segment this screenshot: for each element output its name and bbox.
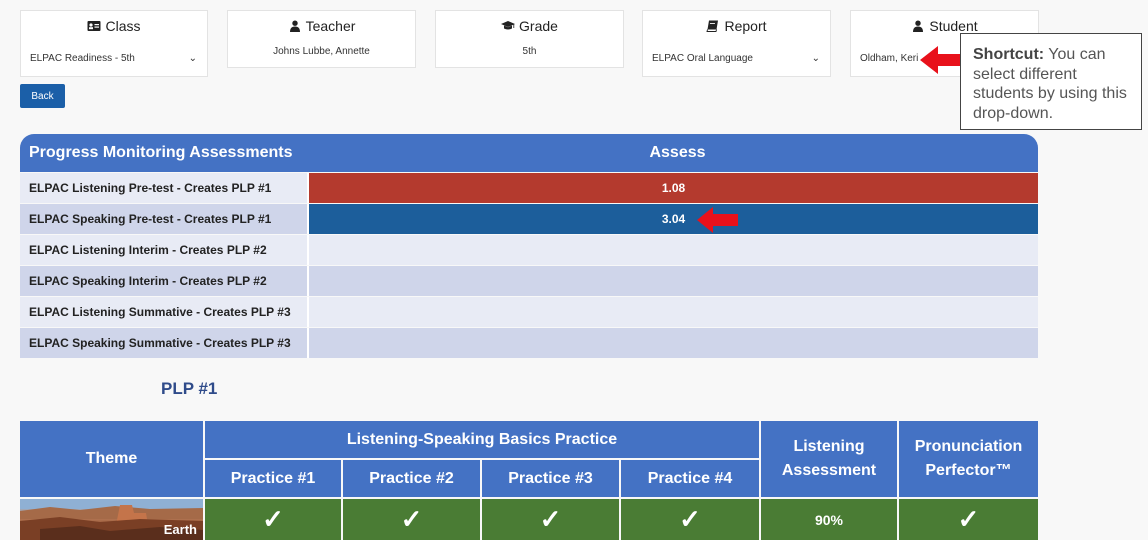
- assessment-score[interactable]: 1.08: [309, 173, 1038, 203]
- pron-header-line1: Pronunciation: [914, 438, 1023, 455]
- student-select-value: Oldham, Keri: [860, 53, 919, 64]
- practice-3-header: Practice #3: [482, 460, 619, 497]
- red-arrow-icon: [697, 207, 738, 233]
- callout-bold: Shortcut:: [973, 46, 1045, 63]
- pronunciation-header: Pronunciation Perfector™: [899, 421, 1038, 497]
- class-filter[interactable]: Class ELPAC Readiness - 5th ⌄: [20, 10, 208, 77]
- teacher-filter-label: Teacher: [305, 18, 356, 34]
- teacher-value: Johns Lubbe, Annette: [273, 46, 370, 57]
- user-icon: [289, 20, 300, 32]
- plp-table: Theme Listening-Speaking Basics Practice…: [20, 421, 1038, 540]
- grade-filter: Grade 5th: [435, 10, 624, 68]
- theme-earth-image[interactable]: Earth: [20, 499, 203, 540]
- class-select[interactable]: ELPAC Readiness - 5th ⌄: [30, 53, 197, 64]
- pronunciation-check[interactable]: ✓: [899, 499, 1038, 540]
- practice-3-check[interactable]: ✓: [482, 499, 619, 540]
- pron-header-line2: Perfector™: [925, 462, 1012, 479]
- plp-title: PLP #1: [161, 379, 218, 398]
- assessment-score: [309, 235, 1038, 265]
- listening-header-line2: Assessment: [781, 462, 877, 479]
- report-filter[interactable]: Report ELPAC Oral Language ⌄: [642, 10, 831, 77]
- assessment-score: [309, 297, 1038, 327]
- assessment-label: ELPAC Listening Pre-test - Creates PLP #…: [20, 173, 309, 203]
- table-row: ELPAC Speaking Interim - Creates PLP #2: [20, 266, 1038, 296]
- class-filter-label: Class: [105, 18, 141, 34]
- listening-assessment-header: Listening Assessment: [761, 421, 897, 497]
- assessment-score: [309, 266, 1038, 296]
- table-row: ELPAC Speaking Pre-test - Creates PLP #1…: [20, 204, 1038, 234]
- book-icon: [706, 20, 719, 32]
- graduation-cap-icon: [501, 21, 516, 30]
- listening-score[interactable]: 90%: [761, 499, 897, 540]
- practice-1-header: Practice #1: [205, 460, 341, 497]
- shortcut-callout: Shortcut: You can select different stude…: [960, 33, 1142, 130]
- assessments-header: Progress Monitoring Assessments Assess: [20, 134, 1038, 172]
- practice-2-check[interactable]: ✓: [343, 499, 480, 540]
- practice-2-header: Practice #2: [343, 460, 480, 497]
- student-filter-label: Student: [929, 18, 978, 34]
- assessments-col-title: Progress Monitoring Assessments: [29, 144, 293, 161]
- assessment-score: [309, 328, 1038, 358]
- grade-value: 5th: [522, 46, 537, 57]
- id-card-icon: [87, 21, 101, 31]
- class-select-value: ELPAC Readiness - 5th: [30, 53, 135, 64]
- report-filter-label: Report: [724, 18, 767, 34]
- practice-4-check[interactable]: ✓: [621, 499, 759, 540]
- assessment-label: ELPAC Speaking Summative - Creates PLP #…: [20, 328, 309, 358]
- grade-filter-label: Grade: [519, 18, 558, 34]
- chevron-down-icon: ⌄: [188, 53, 197, 64]
- theme-name: Earth: [163, 522, 197, 537]
- theme-header: Theme: [20, 421, 203, 497]
- report-select[interactable]: ELPAC Oral Language ⌄: [652, 53, 820, 64]
- assessment-label: ELPAC Speaking Interim - Creates PLP #2: [20, 266, 309, 296]
- back-button[interactable]: Back: [20, 84, 65, 108]
- basics-header: Listening-Speaking Basics Practice: [205, 421, 759, 458]
- practice-1-check[interactable]: ✓: [205, 499, 341, 540]
- assessments-table: Progress Monitoring Assessments Assess E…: [20, 134, 1038, 358]
- table-row: ELPAC Listening Pre-test - Creates PLP #…: [20, 173, 1038, 203]
- assessments-col-assess: Assess: [649, 144, 706, 161]
- teacher-filter: Teacher Johns Lubbe, Annette: [227, 10, 416, 68]
- report-select-value: ELPAC Oral Language: [652, 53, 753, 64]
- assessment-label: ELPAC Listening Summative - Creates PLP …: [20, 297, 309, 327]
- table-row: ELPAC Speaking Summative - Creates PLP #…: [20, 328, 1038, 358]
- table-row: ELPAC Listening Interim - Creates PLP #2: [20, 235, 1038, 265]
- assessment-label: ELPAC Listening Interim - Creates PLP #2: [20, 235, 309, 265]
- table-row: ELPAC Listening Summative - Creates PLP …: [20, 297, 1038, 327]
- listening-header-line1: Listening: [793, 438, 865, 455]
- assessment-score[interactable]: 3.04: [309, 204, 1038, 234]
- chevron-down-icon: ⌄: [811, 53, 820, 64]
- assessment-label: ELPAC Speaking Pre-test - Creates PLP #1: [20, 204, 309, 234]
- practice-4-header: Practice #4: [621, 460, 759, 497]
- red-arrow-icon: [920, 46, 962, 74]
- user-icon: [913, 20, 924, 32]
